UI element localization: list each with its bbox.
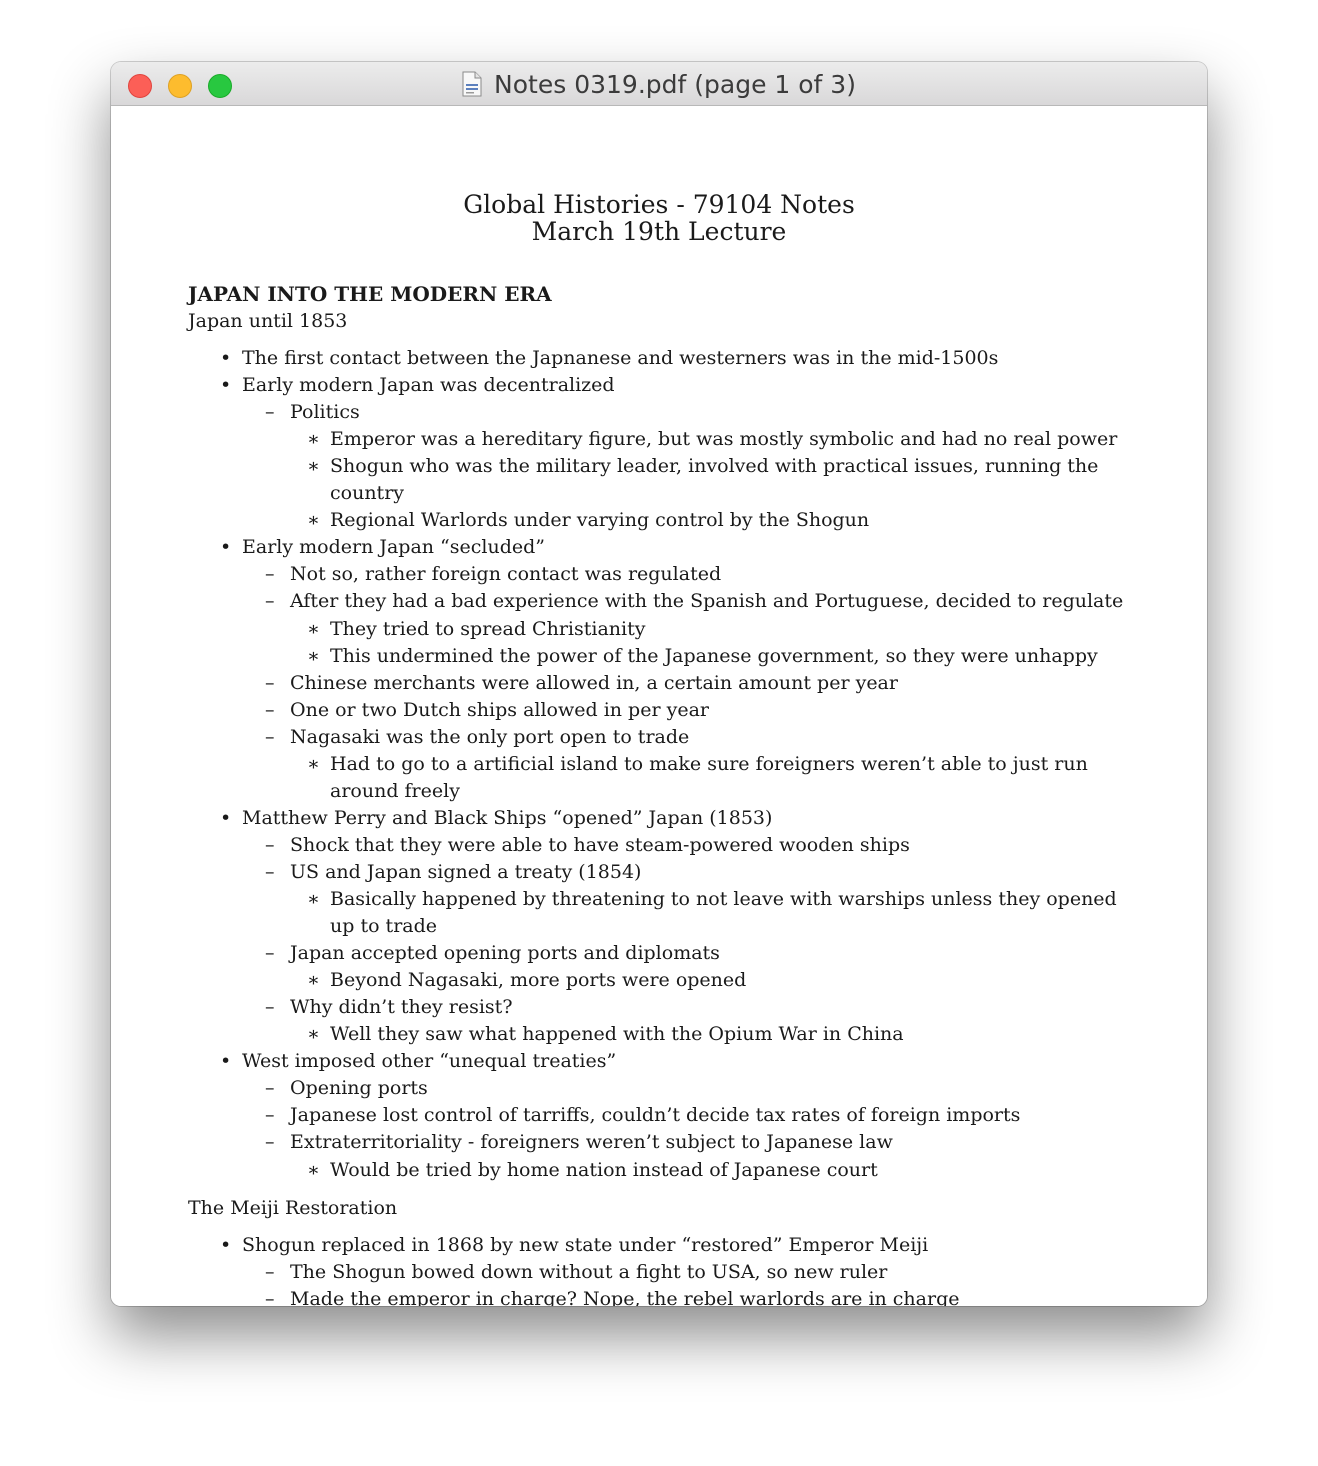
- dash-marker: –: [265, 1131, 275, 1154]
- outline-item-level-3: Had to go to a artificial island to make…: [330, 752, 1088, 775]
- outline-item-level-3: Emperor was a hereditary figure, but was…: [330, 428, 1118, 451]
- bullet-marker: •: [220, 374, 232, 397]
- outline-item-level-2: The Shogun bowed down without a fight to…: [290, 1261, 888, 1283]
- outline-item-level-3: Basically happened by threatening to not…: [330, 888, 1117, 910]
- asterisk-marker: ∗: [307, 888, 320, 910]
- outline-item-level-3: Regional Warlords under varying control …: [330, 509, 870, 532]
- outline-item-level-2: Nagasaki was the only port open to trade: [290, 725, 690, 748]
- window-title-wrap: Notes 0319.pdf (page 1 of 3): [111, 62, 1207, 106]
- outline-item-level-2: US and Japan signed a treaty (1854): [290, 860, 642, 883]
- dash-marker: –: [265, 833, 275, 856]
- outline-item-level-3: Beyond Nagasaki, more ports were opened: [330, 969, 747, 992]
- outline-item-level-1: West imposed other “unequal treaties”: [242, 1050, 617, 1073]
- outline-item-level-2: Not so, rather foreign contact was regul…: [290, 563, 722, 586]
- section-heading: JAPAN INTO THE MODERN ERA: [188, 282, 552, 306]
- outline-item-level-3: Would be tried by home nation instead of…: [330, 1158, 878, 1181]
- asterisk-marker: ∗: [307, 752, 320, 775]
- outline-item-level-3: They tried to spread Christianity: [330, 617, 646, 640]
- subsection-title: The Meiji Restoration: [188, 1197, 398, 1219]
- dash-marker: –: [265, 1288, 275, 1306]
- dash-marker: –: [265, 1104, 275, 1127]
- outline-item-level-2: Chinese merchants were allowed in, a cer…: [290, 671, 898, 694]
- dash-marker: –: [265, 725, 275, 748]
- document-subtitle: March 19th Lecture: [531, 217, 787, 246]
- outline-item-level-1: Early modern Japan “secluded”: [242, 536, 546, 559]
- asterisk-marker: ∗: [307, 455, 320, 478]
- dash-marker: –: [265, 942, 275, 965]
- document-title: Global Histories - 79104 Notes: [463, 190, 855, 219]
- outline-item-level-3: Shogun who was the military leader, invo…: [330, 455, 1099, 478]
- outline-item-level-2: Extraterritoriality - foreigners weren’t…: [290, 1131, 893, 1154]
- outline-item-level-1: Matthew Perry and Black Ships “opened” J…: [242, 806, 773, 829]
- dash-marker: –: [265, 698, 275, 721]
- bullet-marker: •: [220, 1050, 232, 1073]
- dash-marker: –: [265, 590, 275, 613]
- window-title: Notes 0319.pdf (page 1 of 3): [494, 69, 856, 99]
- asterisk-marker: ∗: [307, 969, 320, 992]
- bullet-marker: •: [220, 347, 232, 369]
- asterisk-marker: ∗: [307, 509, 320, 532]
- dash-marker: –: [265, 563, 275, 586]
- dash-marker: –: [265, 996, 275, 1019]
- outline-item-level-2: Made the emperor in charge? Nope, the re…: [290, 1288, 960, 1306]
- asterisk-marker: ∗: [307, 1023, 320, 1046]
- outline-item-level-1: Early modern Japan was decentralized: [242, 374, 615, 397]
- subsection-title: Japan until 1853: [188, 310, 348, 332]
- bullet-marker: •: [220, 1234, 232, 1256]
- asterisk-marker: ∗: [307, 644, 320, 667]
- asterisk-marker: ∗: [307, 1158, 320, 1181]
- outline-item-level-2: After they had a bad experience with the…: [290, 590, 1124, 613]
- outline-item-level-0: up to trade: [330, 915, 438, 938]
- bullet-marker: •: [220, 806, 232, 829]
- outline-item-level-2: Opening ports: [290, 1077, 428, 1100]
- preview-window: Notes 0319.pdf (page 1 of 3) Global Hist…: [111, 62, 1207, 1306]
- outline-item-level-1: The first contact between the Japnanese …: [242, 347, 999, 369]
- outline-item-level-0: country: [330, 482, 405, 505]
- dash-marker: –: [265, 1077, 275, 1100]
- dash-marker: –: [265, 860, 275, 883]
- asterisk-marker: ∗: [307, 428, 320, 451]
- outline-item-level-2: Politics: [290, 401, 360, 424]
- pdf-document-icon: [462, 71, 482, 97]
- asterisk-marker: ∗: [307, 617, 320, 640]
- outline-item-level-2: Why didn’t they resist?: [290, 996, 513, 1019]
- dash-marker: –: [265, 401, 275, 424]
- outline-item-level-3: Well they saw what happened with the Opi…: [330, 1023, 904, 1046]
- outline-item-level-2: Japan accepted opening ports and diploma…: [290, 942, 720, 965]
- pdf-page[interactable]: Global Histories - 79104 Notes March 19t…: [111, 106, 1207, 1306]
- outline-item-level-2: Shock that they were able to have steam-…: [290, 833, 910, 856]
- dash-marker: –: [265, 1261, 275, 1283]
- bullet-marker: •: [220, 536, 232, 559]
- dash-marker: –: [265, 671, 275, 694]
- outline-item-level-0: around freely: [330, 779, 460, 802]
- outline-item-level-1: Shogun replaced in 1868 by new state und…: [242, 1234, 929, 1256]
- title-bar[interactable]: Notes 0319.pdf (page 1 of 3): [111, 62, 1207, 106]
- outline-item-level-2: One or two Dutch ships allowed in per ye…: [290, 698, 709, 721]
- outline-item-level-3: This undermined the power of the Japanes…: [330, 644, 1098, 667]
- outline-item-level-2: Japanese lost control of tarriffs, could…: [290, 1104, 1021, 1127]
